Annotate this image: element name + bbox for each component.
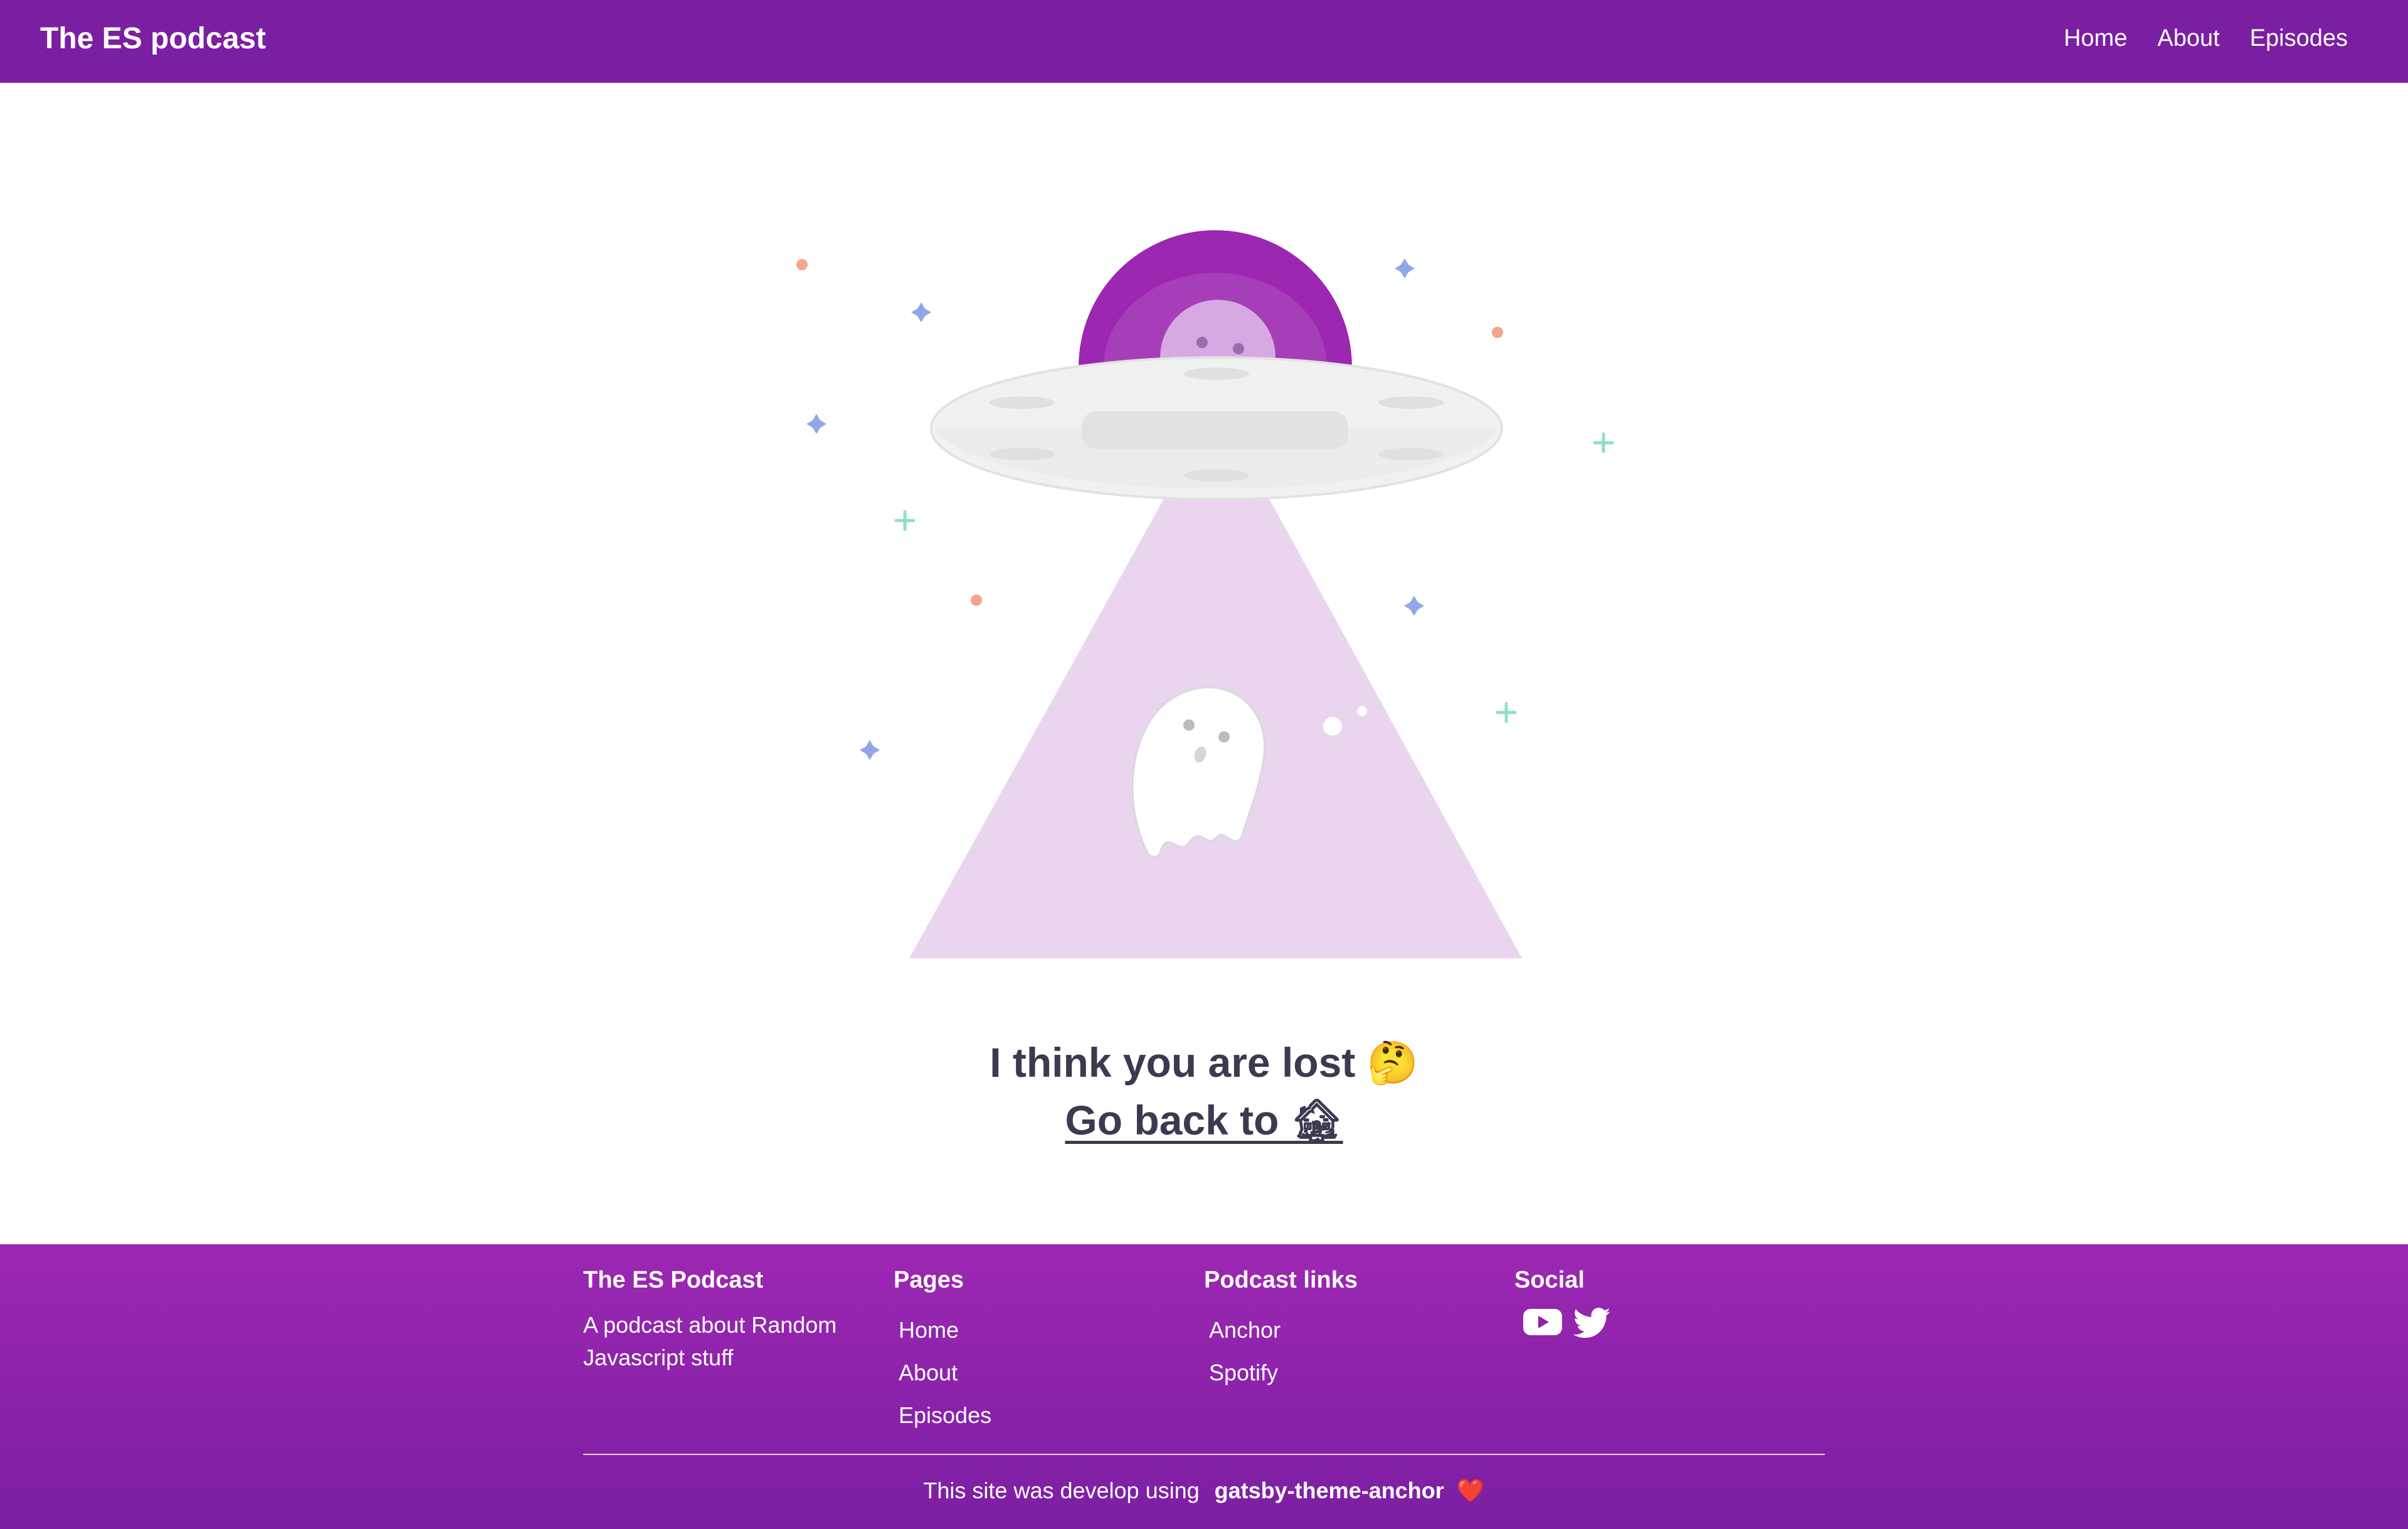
footer-podcast-links-column: Podcast links Anchor Spotify: [1204, 1267, 1358, 1394]
twitter-icon[interactable]: [1573, 1308, 1611, 1342]
footer-link-about[interactable]: About: [899, 1360, 958, 1385]
footer-link-anchor[interactable]: Anchor: [1209, 1317, 1281, 1343]
footer-about-title: The ES Podcast: [583, 1267, 764, 1293]
go-back-line: Go back to 🏚: [0, 1096, 2408, 1145]
youtube-icon[interactable]: [1523, 1308, 1562, 1342]
footer-social-title: Social: [1514, 1267, 1585, 1293]
footer-social-column: Social: [1514, 1267, 1611, 1342]
footer-about-column: The ES Podcast A podcast about Random Ja…: [583, 1267, 859, 1374]
footer-pages-title: Pages: [894, 1267, 964, 1293]
footer-link-home[interactable]: Home: [899, 1317, 959, 1343]
heart-icon: ❤️: [1456, 1478, 1485, 1503]
footer-link-episodes[interactable]: Episodes: [899, 1402, 991, 1428]
lost-heading: I think you are lost 🤔: [990, 1039, 1418, 1086]
nav-episodes-link[interactable]: Episodes: [2250, 25, 2348, 52]
footer-pages-column: Pages Home About Episodes: [894, 1267, 991, 1437]
footer-about-description: A podcast about Random Javascript stuff: [583, 1312, 837, 1370]
go-back-home-link[interactable]: Go back to 🏚: [1065, 1097, 1343, 1143]
gatsby-theme-anchor-link[interactable]: gatsby-theme-anchor: [1215, 1478, 1444, 1503]
footer-podcast-links-title: Podcast links: [1204, 1267, 1358, 1293]
top-navbar: The ES podcast Home About Episodes: [0, 0, 2408, 83]
site-footer: The ES Podcast A podcast about Random Ja…: [0, 1244, 2408, 1529]
credit-prefix: This site was develop using: [923, 1478, 1200, 1503]
nav-home-link[interactable]: Home: [2064, 25, 2127, 52]
nav-about-link[interactable]: About: [2157, 25, 2219, 52]
footer-link-spotify[interactable]: Spotify: [1209, 1360, 1278, 1385]
site-brand-link[interactable]: The ES podcast: [40, 21, 266, 56]
main-nav: Home About Episodes: [2064, 25, 2348, 52]
footer-credit: This site was develop using gatsby-theme…: [0, 1478, 2408, 1504]
ufo-illustration: [796, 230, 1614, 958]
footer-divider: [583, 1454, 1825, 1455]
